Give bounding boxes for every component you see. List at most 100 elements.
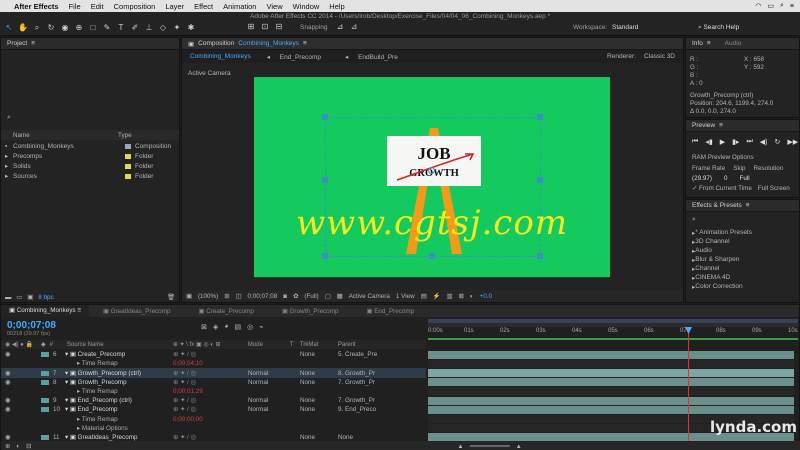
time-ruler[interactable]: 0:00s 01s 02s 03s 04s 05s 06s 07s 08s 09s 10s [428, 328, 798, 338]
full-screen-checkbox[interactable]: Full Screen [758, 185, 790, 192]
camera-tool-icon[interactable]: ◉ [60, 23, 70, 33]
layer-trkmat-select[interactable]: None [300, 351, 338, 358]
menu-layer[interactable]: Layer [165, 2, 184, 11]
layer-property-name[interactable]: ▸ Material Options [65, 425, 173, 432]
loop-icon[interactable]: ↻ [774, 138, 780, 146]
timeline-layer-row[interactable]: ▸ Time Remap 0;00;01;29 [1, 387, 426, 396]
timeline-icon[interactable]: ▥ [447, 293, 453, 300]
view-layout-select[interactable]: 1 View [396, 293, 415, 300]
channel-icon[interactable]: ✿ [293, 293, 298, 300]
layer-switches[interactable]: ⊕ ✦ / ◎ [173, 397, 248, 404]
hand-tool-icon[interactable]: ✋ [18, 23, 28, 33]
visibility-eye-icon[interactable]: ◉ [1, 406, 41, 413]
current-time[interactable]: 0;00;07;08 [248, 293, 278, 300]
layer-property-name[interactable]: ▸ Time Remap [65, 360, 173, 367]
breadcrumb-endbuild-pre[interactable]: ◂ EndBuild_Pre [337, 53, 414, 61]
prev-frame-icon[interactable]: ◂▮ [705, 138, 712, 146]
timeline-layer-row[interactable]: ▸ Material Options [1, 424, 426, 433]
menu-window[interactable]: Window [293, 2, 320, 11]
layer-parent-select[interactable]: 5. Create_Pre [338, 351, 388, 358]
property-value[interactable]: 0;00;04;10 [173, 360, 248, 367]
visibility-eye-icon[interactable]: ◉ [1, 370, 41, 377]
frame-rate-select[interactable]: (29.97) [692, 175, 712, 182]
playhead-line[interactable] [688, 328, 689, 443]
selection-tool-icon[interactable]: ↖ [4, 23, 14, 33]
layer-label-color[interactable] [41, 352, 49, 358]
last-frame-icon[interactable]: ⏭ [746, 138, 752, 146]
bpc-button[interactable]: 8 bpc [38, 294, 53, 301]
breadcrumb-combining-monkeys[interactable]: Combining_Monkeys [182, 53, 259, 60]
col-source-name[interactable]: Source Name [67, 342, 173, 348]
renderer-value[interactable]: Classic 3D [644, 53, 683, 60]
pan-behind-tool-icon[interactable]: ⊕ [74, 23, 84, 33]
layer-parent-select[interactable]: 7. Growth_Pr [338, 397, 388, 404]
layer-switches[interactable]: ⊕ ✦ / ◎ [173, 434, 248, 441]
transparency-grid-icon[interactable]: ▦ [337, 293, 343, 300]
folder-expand-icon[interactable]: ▸ [5, 162, 13, 170]
zoom-tool-icon[interactable]: ⌕ [32, 23, 42, 33]
composition-tab[interactable]: Composition [198, 40, 234, 47]
toggle-modes-icon[interactable]: ◐ [16, 443, 20, 450]
project-item[interactable]: ▪ Combining_Monkeys Composition [1, 141, 179, 151]
col-mode[interactable]: Mode [248, 342, 290, 348]
layer-name[interactable]: ▾ ▣ Create_Precomp [65, 351, 173, 358]
toggle-pixel-icon[interactable]: ▤ [421, 293, 427, 300]
layer-duration-bar[interactable] [428, 396, 794, 405]
view-axis-icon[interactable]: ⊟ [274, 22, 284, 32]
snapping-label[interactable]: Snapping [300, 24, 327, 31]
panel-menu-icon[interactable]: ≡ [719, 122, 723, 129]
layer-mode-select[interactable]: Normal [248, 379, 290, 386]
timeline-layer-row[interactable]: ◉ 8 ▾ ▣ Growth_Precomp ⊕ ✦ / ◎ Normal None 7. … [1, 378, 426, 387]
toggle-in-out-icon[interactable]: ⊟ [26, 443, 31, 450]
always-preview-icon[interactable]: ▣ [186, 293, 192, 300]
visibility-eye-icon[interactable]: ◉ [1, 379, 41, 386]
transform-handle[interactable] [537, 177, 543, 183]
new-folder-icon[interactable]: ▭ [16, 294, 22, 301]
col-trkmat[interactable]: TrkMat [300, 342, 338, 348]
timeline-tab[interactable]: ▣ End_Precomp [353, 308, 429, 315]
layer-duration-bar[interactable] [428, 378, 794, 387]
search-help[interactable]: ⌕ Search Help [698, 24, 739, 32]
menu-app-name[interactable]: After Effects [14, 2, 59, 11]
layer-parent-select[interactable]: None [338, 434, 388, 441]
new-composition-icon[interactable]: ▣ [27, 294, 33, 301]
col-t[interactable]: T [290, 342, 300, 348]
layer-label-color[interactable] [41, 398, 49, 404]
layer-duration-bar[interactable] [428, 405, 794, 414]
property-track[interactable] [428, 387, 794, 396]
property-track[interactable] [428, 359, 794, 368]
project-item[interactable]: ▸ Sources Folder [1, 171, 179, 181]
timeline-layer-row[interactable]: ◉ 6 ▾ ▣ Create_Precomp ⊕ ✦ / ◎ None 5. Create… [1, 350, 426, 359]
spotlight-icon[interactable]: ⌕ [780, 2, 784, 10]
layer-duration-bar[interactable] [428, 350, 794, 359]
project-tab[interactable]: Project [7, 40, 27, 47]
layer-trkmat-select[interactable]: None [300, 406, 338, 413]
label-swatch[interactable] [125, 153, 131, 159]
property-value[interactable]: 0;00;01;29 [173, 388, 248, 395]
layer-mode-select[interactable]: Normal [248, 397, 290, 404]
flowchart-icon[interactable]: ⊠ [458, 293, 463, 300]
info-tab[interactable]: Info [692, 40, 703, 47]
av-features-icon[interactable]: ◉ ◀) ● 🔒 [5, 341, 33, 348]
layer-label-color[interactable] [41, 407, 49, 413]
folder-expand-icon[interactable]: ▸ [5, 172, 13, 180]
label-swatch[interactable] [125, 163, 131, 169]
effects-item[interactable]: ▸ Blur & Sharpen [688, 255, 799, 264]
menu-file[interactable]: File [69, 2, 81, 11]
draft-3d-icon[interactable]: ◈ [213, 323, 218, 331]
trash-icon[interactable]: 🗑 [167, 293, 175, 301]
battery-icon[interactable]: ▭ [767, 2, 774, 10]
layer-parent-select[interactable]: 7. Growth_Pr [338, 379, 388, 386]
pen-tool-icon[interactable]: ✎ [102, 23, 112, 33]
timeline-layer-row[interactable]: ◉ 9 ▾ ▣ End_Precomp (ctrl) ⊕ ✦ / ◎ Normal Non… [1, 396, 426, 405]
resolution-select[interactable]: Full [739, 175, 749, 182]
camera-select[interactable]: Active Camera [349, 293, 390, 300]
panel-menu-icon[interactable]: ≡ [303, 40, 307, 47]
project-col-name[interactable]: Name [13, 132, 118, 139]
snap-icon[interactable]: ⊿ [335, 22, 345, 32]
layer-mode-select[interactable]: Normal [248, 370, 290, 377]
comp-flowchart-icon[interactable]: ⊠ [201, 323, 207, 331]
timeline-tab[interactable]: ▣ Combining_Monkeys ≡ [1, 305, 89, 317]
effects-item[interactable]: ▸ Audio [688, 246, 799, 255]
exposure-reset-icon[interactable]: ◐ [470, 293, 474, 300]
